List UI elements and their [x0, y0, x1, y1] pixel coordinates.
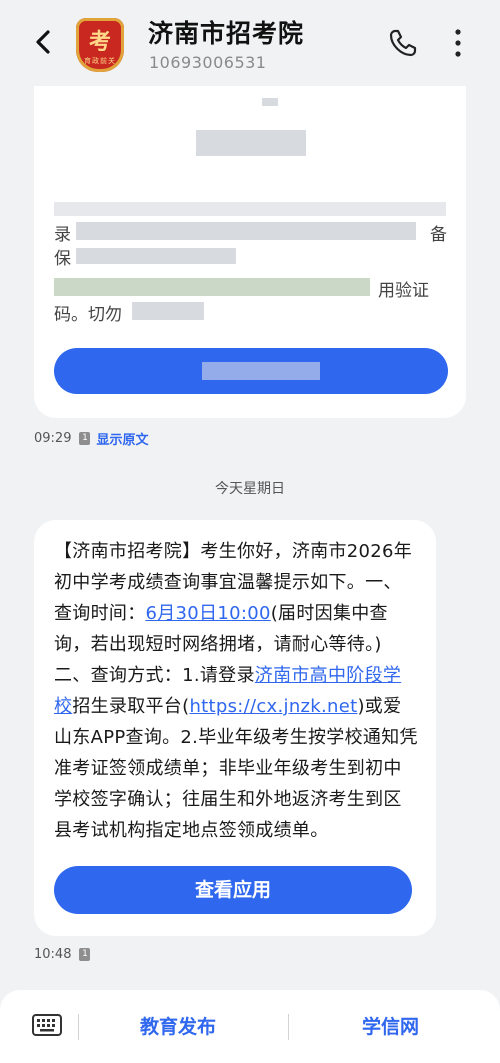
- message-fragment: 用验证: [378, 281, 429, 301]
- sim1-icon: 1: [79, 432, 91, 445]
- show-original-link[interactable]: 显示原文: [96, 429, 148, 448]
- message-fragment: 码。切勿: [54, 305, 122, 325]
- message-bubble-obscured: 录 备 保 用验证 码。切勿: [34, 86, 466, 418]
- keyboard-icon[interactable]: [32, 1014, 62, 1036]
- message-text-part: )或爱山东APP查询。2.毕业年级考生按学校通知凭准考证签领成绩单；非毕业年级考…: [54, 696, 418, 841]
- message1-time: 09:29: [34, 431, 72, 446]
- obscured-code: [196, 130, 306, 156]
- message-fragment: 录: [54, 225, 71, 245]
- obscured-action-button[interactable]: [54, 348, 448, 394]
- message-text: 【济南市招考院】考生你好，济南市2026年初中学考成绩查询事宜温馨提示如下。一、…: [54, 536, 418, 846]
- menu-education-release[interactable]: 教育发布: [140, 1012, 216, 1039]
- sim1-icon: 1: [79, 948, 91, 961]
- message-bubble: 【济南市招考院】考生你好，济南市2026年初中学考成绩查询事宜温馨提示如下。一、…: [34, 520, 436, 936]
- back-arrow-icon[interactable]: [26, 24, 62, 60]
- obscured-button-label: [202, 362, 320, 380]
- conversation-header: 考 育政前关 济南市招考院 10693006531: [0, 0, 500, 86]
- sender-name: 济南市招考院: [148, 19, 305, 48]
- obscured-line: [76, 222, 416, 240]
- obscured-line: [54, 278, 370, 296]
- message-fragment: 保: [54, 249, 71, 269]
- message1-meta: 09:29 1 显示原文: [34, 429, 148, 448]
- message-fragment: 备: [430, 225, 447, 245]
- url-link[interactable]: https://cx.jnzk.net: [189, 696, 357, 717]
- avatar-logo-mark: 考: [88, 30, 111, 55]
- message-text-part: 招生录取平台(: [72, 696, 190, 717]
- message2-time: 10:48: [34, 947, 72, 962]
- bottom-menu-bar: 教育发布 学信网: [0, 990, 500, 1063]
- more-options-icon[interactable]: [448, 26, 468, 60]
- avatar-logo-tag: 育政前关: [84, 57, 116, 65]
- obscured-line: [76, 248, 236, 264]
- sender-avatar[interactable]: 考 育政前关: [76, 18, 124, 72]
- phone-call-icon[interactable]: [388, 28, 418, 58]
- menu-chsi[interactable]: 学信网: [362, 1012, 419, 1039]
- obscured-code-dot: [262, 98, 278, 106]
- view-app-button[interactable]: 查看应用: [54, 866, 412, 914]
- obscured-line: [132, 302, 204, 320]
- sender-number: 10693006531: [149, 53, 267, 72]
- query-time-link[interactable]: 6月30日10:00: [146, 603, 271, 624]
- day-separator: 今天星期日: [215, 481, 285, 497]
- message2-meta: 10:48 1: [34, 947, 96, 962]
- menu-divider: [78, 1014, 79, 1040]
- menu-divider: [288, 1014, 289, 1040]
- obscured-line: [54, 202, 446, 216]
